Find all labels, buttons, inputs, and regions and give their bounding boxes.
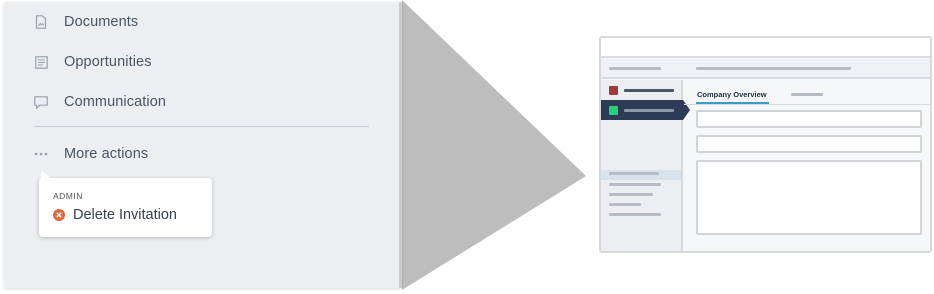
menu-divider (34, 126, 369, 127)
zoomed-sidebar-panel: Documents Opportunities Communication Mo… (4, 2, 402, 288)
chat-icon (34, 95, 48, 109)
placeholder-line (624, 88, 674, 92)
placeholder-line (609, 203, 641, 206)
placeholder-line (609, 172, 659, 175)
red-marker (609, 85, 618, 95)
placeholder-line (609, 67, 661, 70)
document-icon (34, 15, 48, 29)
placeholder-line (624, 108, 674, 112)
thumbnail-sidebar (601, 80, 683, 251)
ellipsis-icon (34, 147, 48, 161)
zoom-callout-shape (402, 0, 586, 290)
sidebar-item-label: Opportunities (64, 54, 152, 70)
delete-invitation-label: Delete Invitation (73, 207, 177, 223)
popup-caret (41, 170, 53, 180)
popup-section-label: ADMIN (53, 191, 83, 201)
thumbnail-sidebar-item (601, 80, 683, 100)
more-actions-button[interactable]: More actions (34, 142, 148, 166)
more-actions-label: More actions (64, 146, 149, 162)
thumbnail-field (696, 135, 922, 153)
active-item-arrow (683, 100, 690, 120)
sidebar-item-communication[interactable]: Communication (34, 90, 166, 114)
thumbnail-subheader-bar (601, 59, 930, 79)
delete-invitation-menu-item[interactable]: Delete Invitation (53, 207, 177, 223)
list-icon (34, 55, 48, 69)
sidebar-item-opportunities[interactable]: Opportunities (34, 50, 152, 74)
more-actions-popup: ADMIN Delete Invitation (39, 170, 212, 237)
illustration-stage: Documents Opportunities Communication Mo… (0, 0, 934, 294)
tab-baseline (684, 104, 930, 105)
thumbnail-header-bar (601, 38, 930, 58)
sidebar-item-label: Documents (64, 14, 139, 30)
tab-company-overview: Company Overview (697, 90, 767, 99)
placeholder-line (609, 213, 661, 216)
green-marker (609, 105, 618, 115)
remove-circle-icon (53, 209, 65, 221)
thumbnail-textarea (696, 160, 922, 235)
inactive-tab-placeholder (791, 93, 823, 96)
placeholder-line (696, 67, 851, 70)
sidebar-item-label: Communication (64, 94, 167, 110)
thumbnail-field (696, 110, 922, 128)
app-thumbnail: Company Overview (599, 36, 932, 253)
placeholder-line (609, 193, 653, 196)
placeholder-line (609, 183, 661, 186)
thumbnail-sidebar-item-active (601, 100, 683, 120)
sidebar-item-documents[interactable]: Documents (34, 10, 138, 34)
